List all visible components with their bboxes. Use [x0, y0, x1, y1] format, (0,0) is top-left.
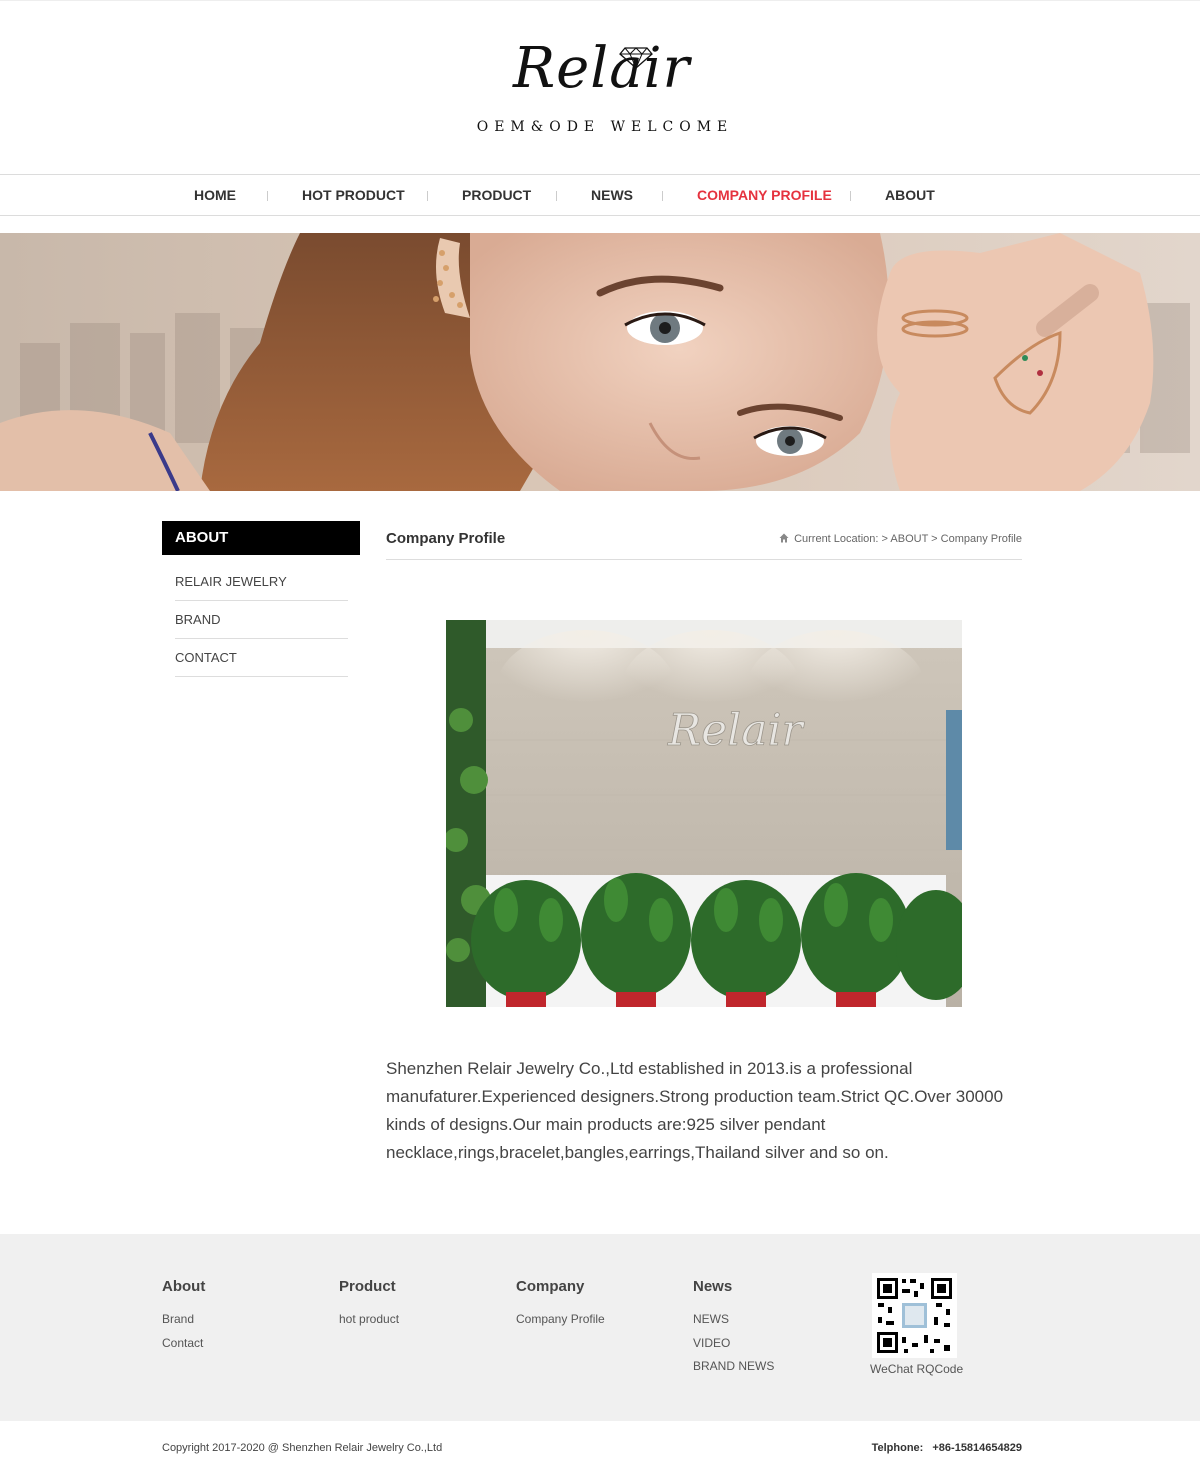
phone-label: Telphone: [871, 1442, 924, 1454]
nav-separator [427, 191, 428, 201]
footer-heading-company: Company [516, 1278, 585, 1295]
nav-separator [556, 191, 557, 201]
footer-link-news[interactable]: NEWS [693, 1312, 729, 1326]
qr-code-label: WeChat RQCode [870, 1362, 964, 1376]
nav-separator [850, 191, 851, 201]
footer-link-brand-news[interactable]: BRAND NEWS [693, 1359, 774, 1373]
sidebar-item-brand[interactable]: BRAND [175, 601, 348, 639]
breadcrumb-prefix: Current Location: [794, 533, 879, 545]
company-description: Shenzhen Relair Jewelry Co.,Ltd establis… [386, 1059, 1004, 1162]
header-tagline: OEM&ODE WELCOME [476, 119, 734, 135]
sidebar-item-contact[interactable]: CONTACT [175, 639, 348, 677]
nav-item-about[interactable]: ABOUT [885, 175, 935, 215]
breadcrumb-separator: > [931, 533, 938, 545]
nav-item-product[interactable]: PRODUCT [462, 175, 531, 215]
content-divider [386, 559, 1022, 560]
footer-link-contact[interactable]: Contact [162, 1336, 203, 1350]
copyright-text: Copyright 2017-2020 @ Shenzhen Relair Je… [162, 1442, 443, 1454]
phone-number: +86-15814654829 [932, 1442, 1022, 1454]
nav-separator [267, 191, 268, 201]
site-header: Relair OEM&ODE WELCOME [0, 0, 1200, 174]
banner-photo [0, 233, 1200, 491]
site-footer [0, 1234, 1200, 1421]
breadcrumb-item-about[interactable]: ABOUT [890, 533, 928, 545]
footer-link-hot-product[interactable]: hot product [339, 1312, 399, 1326]
footer-link-company-profile[interactable]: Company Profile [516, 1312, 605, 1326]
company-photo: Relair [446, 620, 962, 1007]
photo-sign-text: Relair [667, 705, 806, 756]
sidebar-item-relair-jewelry[interactable]: RELAIR JEWELRY [175, 563, 348, 601]
footer-link-video[interactable]: VIDEO [693, 1336, 730, 1350]
logo-wordmark: Relair [513, 36, 691, 101]
breadcrumb: Current Location: > ABOUT > Company Prof… [779, 533, 1022, 545]
wechat-qr-code [872, 1273, 957, 1358]
nav-item-hot-product[interactable]: HOT PRODUCT [302, 175, 405, 215]
nav-item-news[interactable]: NEWS [591, 175, 633, 215]
footer-heading-product: Product [339, 1278, 396, 1295]
hero-banner [0, 233, 1200, 491]
sidebar-heading: ABOUT [162, 521, 360, 555]
footer-link-brand[interactable]: Brand [162, 1312, 194, 1326]
breadcrumb-separator: > [881, 533, 888, 545]
site-logo[interactable]: Relair [513, 37, 689, 101]
footer-heading-news: News [693, 1278, 733, 1295]
page-title: Company Profile [386, 530, 506, 547]
nav-separator [662, 191, 663, 201]
diamond-icon [619, 47, 653, 69]
footer-phone: Telphone: +86-15814654829 [872, 1442, 1022, 1454]
nav-item-company-profile[interactable]: COMPANY PROFILE [697, 175, 832, 215]
home-icon [779, 533, 789, 543]
nav-item-home[interactable]: HOME [194, 175, 236, 215]
footer-heading-about: About [162, 1278, 206, 1295]
main-nav: HOME HOT PRODUCT PRODUCT NEWS COMPANY PR… [0, 174, 1200, 216]
breadcrumb-item-company-profile[interactable]: Company Profile [941, 533, 1022, 545]
